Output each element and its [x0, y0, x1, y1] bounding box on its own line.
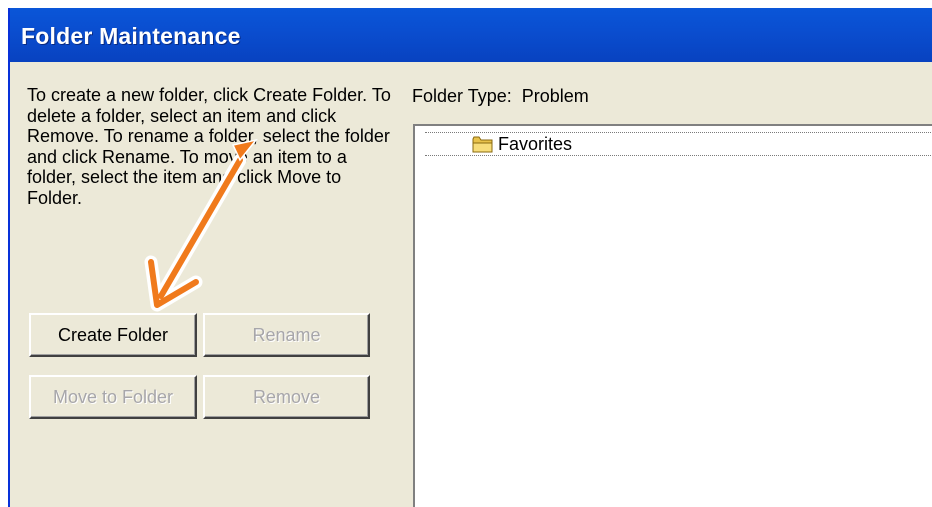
folder-maintenance-window: Folder Maintenance To create a new folde…: [8, 8, 932, 507]
folder-type-value: Problem: [521, 86, 589, 106]
folder-tree[interactable]: Favorites: [413, 124, 932, 507]
move-to-folder-button[interactable]: Move to Folder: [29, 375, 197, 419]
create-folder-button[interactable]: Create Folder: [29, 313, 197, 357]
move-to-folder-label: Move to Folder: [52, 386, 174, 407]
tree-item-favorites[interactable]: Favorites: [472, 133, 572, 155]
window-title: Folder Maintenance: [21, 23, 241, 49]
folder-icon: [472, 136, 493, 152]
rename-button[interactable]: Rename: [203, 313, 370, 357]
rename-label: Rename: [252, 324, 321, 345]
tree-row-favorites[interactable]: Favorites: [425, 132, 932, 156]
create-folder-label: Create Folder: [57, 324, 169, 345]
folder-type-line: Folder Type: Problem: [412, 86, 589, 107]
folder-type-label: Folder Type:: [412, 86, 512, 106]
remove-button[interactable]: Remove: [203, 375, 370, 419]
title-bar: Folder Maintenance: [10, 8, 932, 62]
tree-item-label: Favorites: [498, 133, 573, 154]
instructions-text: To create a new folder, click Create Fol…: [27, 85, 391, 208]
remove-label: Remove: [252, 386, 321, 407]
